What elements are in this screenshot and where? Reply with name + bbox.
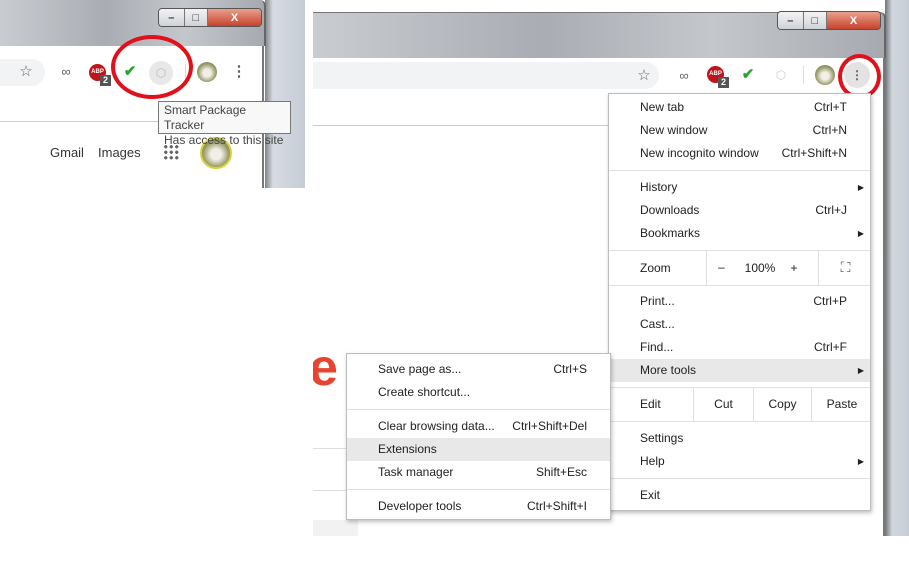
zoom-level: 100% [744, 261, 776, 275]
submenu-item-developer-tools[interactable]: Developer tools Ctrl+Shift+I [347, 495, 610, 518]
submenu-item-clear-browsing-data[interactable]: Clear browsing data... Ctrl+Shift+Del [347, 415, 610, 438]
cut-button[interactable]: Cut [693, 388, 753, 421]
menu-dots-icon[interactable]: ⋮ [229, 62, 249, 82]
adblock-count-badge: 2 [100, 75, 111, 86]
adblock-count-badge: 2 [718, 77, 729, 88]
close-button[interactable]: X [208, 9, 261, 26]
close-button[interactable]: X [827, 12, 880, 29]
checkmark-icon[interactable]: ✔ [738, 65, 758, 85]
submenu-item-extensions[interactable]: Extensions [347, 438, 610, 461]
tooltip-title: Smart Package Tracker [164, 103, 247, 132]
fullscreen-icon[interactable]: ⛶ [818, 251, 872, 285]
menu-item-bookmarks[interactable]: Bookmarks ▶ [609, 222, 870, 245]
menu-item-exit[interactable]: Exit [609, 484, 870, 507]
submenu-arrow-icon: ▶ [857, 183, 864, 192]
menu-item-edit: Edit Cut Copy Paste [609, 388, 870, 421]
site-logo: e [313, 339, 338, 397]
submenu-arrow-icon: ▶ [857, 229, 864, 238]
submenu-item-save-page[interactable]: Save page as... Ctrl+S [347, 358, 610, 381]
omnibox[interactable] [313, 62, 659, 89]
more-tools-submenu: Save page as... Ctrl+S Create shortcut...… [346, 353, 611, 520]
menu-item-settings[interactable]: Settings [609, 427, 870, 450]
menu-item-zoom: Zoom – 100% + ⛶ [609, 251, 870, 285]
window-controls: – □ X [158, 8, 262, 27]
extension-chain-icon[interactable]: ∞ [674, 66, 694, 86]
minimize-button[interactable]: – [778, 12, 804, 29]
zoom-out-button[interactable]: – [706, 251, 736, 285]
menu-item-find[interactable]: Find... Ctrl+F [609, 336, 870, 359]
profile-avatar[interactable] [197, 62, 217, 82]
submenu-arrow-icon: ▶ [857, 366, 864, 375]
chrome-main-menu: New tab Ctrl+T New window Ctrl+N New incog… [608, 93, 871, 511]
menu-item-history[interactable]: History ▶ [609, 176, 870, 199]
paste-button[interactable]: Paste [811, 388, 872, 421]
menu-item-new-tab[interactable]: New tab Ctrl+T [609, 96, 870, 119]
minimize-button[interactable]: – [159, 9, 185, 26]
images-link[interactable]: Images [98, 145, 141, 160]
menu-item-cast[interactable]: Cast... [609, 313, 870, 336]
star-icon[interactable]: ☆ [16, 62, 36, 82]
left-screenshot: – □ X ☆ ∞ ABP 2 ✔ ⬡ ⋮ Gmail Images Smart… [0, 0, 305, 188]
star-icon[interactable]: ☆ [634, 66, 654, 86]
toolbar-border [313, 125, 613, 126]
menu-item-downloads[interactable]: Downloads Ctrl+J [609, 199, 870, 222]
menu-item-new-incognito-window[interactable]: New incognito window Ctrl+Shift+N [609, 142, 870, 165]
maximize-button[interactable]: □ [184, 9, 209, 26]
gmail-link[interactable]: Gmail [50, 145, 84, 160]
maximize-button[interactable]: □ [803, 12, 828, 29]
submenu-arrow-icon: ▶ [857, 457, 864, 466]
desktop-background [265, 0, 305, 188]
tooltip: Smart Package Tracker Has access to this… [158, 101, 291, 147]
menu-item-more-tools[interactable]: More tools ▶ [609, 359, 870, 382]
window-controls: – □ X [777, 11, 881, 30]
submenu-item-task-manager[interactable]: Task manager Shift+Esc [347, 461, 610, 484]
zoom-in-button[interactable]: + [784, 251, 804, 285]
highlight-circle [111, 35, 193, 99]
copy-button[interactable]: Copy [753, 388, 811, 421]
toolbar-divider [803, 66, 804, 84]
package-tracker-icon[interactable]: ⬡ [771, 65, 791, 85]
tooltip-subtitle: Has access to this site [164, 133, 284, 147]
extension-chain-icon[interactable]: ∞ [56, 62, 76, 82]
menu-item-new-window[interactable]: New window Ctrl+N [609, 119, 870, 142]
menu-item-help[interactable]: Help ▶ [609, 450, 870, 473]
page-footer [313, 520, 358, 536]
profile-avatar[interactable] [815, 65, 835, 85]
desktop-background [885, 0, 909, 536]
menu-item-print[interactable]: Print... Ctrl+P [609, 290, 870, 313]
submenu-item-create-shortcut[interactable]: Create shortcut... [347, 381, 610, 404]
